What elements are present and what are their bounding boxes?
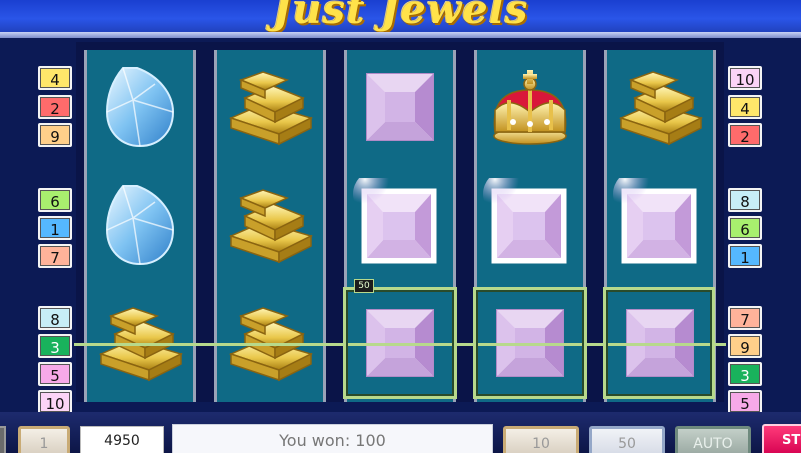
- header: Just Jewels: [0, 0, 801, 34]
- win-frame-reel-3: [343, 287, 457, 399]
- amethyst-icon: [353, 60, 447, 154]
- gold-bars-icon: [613, 60, 707, 154]
- left-line-badge-2[interactable]: 2: [38, 95, 72, 119]
- win-frame-reel-5: [603, 287, 715, 399]
- reel-2: [214, 50, 326, 402]
- left-line-badge-4[interactable]: 4: [38, 66, 72, 90]
- left-line-badge-10[interactable]: 10: [38, 390, 72, 414]
- menu-button[interactable]: [0, 426, 6, 453]
- gold-bars-icon: [223, 60, 317, 154]
- bet-button[interactable]: 10: [503, 426, 579, 453]
- right-line-badge-2[interactable]: 2: [728, 123, 762, 147]
- right-line-badge-5[interactable]: 5: [728, 390, 762, 414]
- right-line-badge-3[interactable]: 3: [728, 362, 762, 386]
- reel-1: [84, 50, 196, 402]
- credit-display: 4950: [80, 426, 164, 453]
- drop-diamond-icon: [93, 60, 187, 154]
- left-line-badge-8[interactable]: 8: [38, 306, 72, 330]
- auto-button[interactable]: AUTO: [675, 426, 751, 453]
- left-line-badge-7[interactable]: 7: [38, 244, 72, 268]
- total-bet-button[interactable]: 50: [589, 426, 665, 453]
- right-line-badge-7[interactable]: 7: [728, 306, 762, 330]
- right-line-badge-8[interactable]: 8: [728, 188, 762, 212]
- right-line-badge-1[interactable]: 1: [728, 244, 762, 268]
- game-title: Just Jewels: [272, 0, 529, 33]
- start-button[interactable]: STO: [762, 424, 801, 453]
- crown-icon: [483, 60, 577, 154]
- header-divider: [0, 32, 801, 38]
- left-line-badge-3[interactable]: 3: [38, 334, 72, 358]
- win-amount-tag: 50: [354, 279, 374, 293]
- lines-button[interactable]: 1: [18, 426, 70, 453]
- win-message: You won: 100: [172, 424, 493, 453]
- gold-bars-icon: [223, 178, 317, 272]
- right-line-badge-10[interactable]: 10: [728, 66, 762, 90]
- right-line-badge-4[interactable]: 4: [728, 95, 762, 119]
- amethyst-glowing-icon: [613, 170, 707, 272]
- game-screen: Just Jewels 50 4 2 9 6 1 7 8 3 5 10 10 4 2 8 6 1 7 9 3 5 1 …: [0, 0, 801, 453]
- left-line-badge-1[interactable]: 1: [38, 216, 72, 240]
- right-line-badge-9[interactable]: 9: [728, 334, 762, 358]
- right-line-badge-6[interactable]: 6: [728, 216, 762, 240]
- left-line-badge-9[interactable]: 9: [38, 123, 72, 147]
- win-frame-reel-4: [473, 287, 587, 399]
- left-line-badge-5[interactable]: 5: [38, 362, 72, 386]
- amethyst-glowing-icon: [353, 170, 447, 272]
- left-line-badge-6[interactable]: 6: [38, 188, 72, 212]
- drop-diamond-icon: [93, 178, 187, 272]
- amethyst-glowing-icon: [483, 170, 577, 272]
